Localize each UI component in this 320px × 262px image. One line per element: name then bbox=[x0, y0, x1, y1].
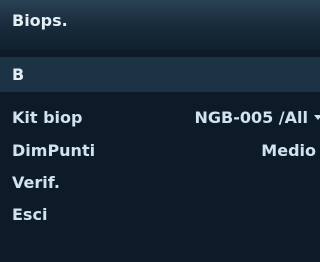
kit-biop-select[interactable]: NGB-005 /All bbox=[194, 108, 320, 127]
esci-menu-item[interactable]: Esci bbox=[0, 199, 320, 229]
biopsy-panel: Biops. B Kit biop NGB-005 /All DimPunti … bbox=[0, 0, 320, 262]
imaging-mode-label: B bbox=[12, 65, 25, 84]
panel-title: Biops. bbox=[12, 10, 68, 30]
dropdown-caret-icon[interactable] bbox=[314, 114, 320, 120]
verif-label: Verif. bbox=[12, 172, 60, 192]
dim-punti-menu-item[interactable]: DimPunti Medio bbox=[0, 135, 320, 165]
mode-indicator-bar: B bbox=[0, 57, 320, 92]
dim-punti-label: DimPunti bbox=[12, 140, 96, 160]
kit-biop-menu-item[interactable]: Kit biop NGB-005 /All bbox=[0, 102, 320, 132]
verif-menu-item[interactable]: Verif. bbox=[0, 167, 320, 197]
kit-biop-label: Kit biop bbox=[12, 107, 83, 127]
esci-label: Esci bbox=[12, 204, 48, 224]
panel-title-bar: Biops. bbox=[0, 0, 320, 50]
dim-punti-value[interactable]: Medio bbox=[261, 141, 316, 160]
kit-biop-value: NGB-005 /All bbox=[194, 107, 308, 127]
